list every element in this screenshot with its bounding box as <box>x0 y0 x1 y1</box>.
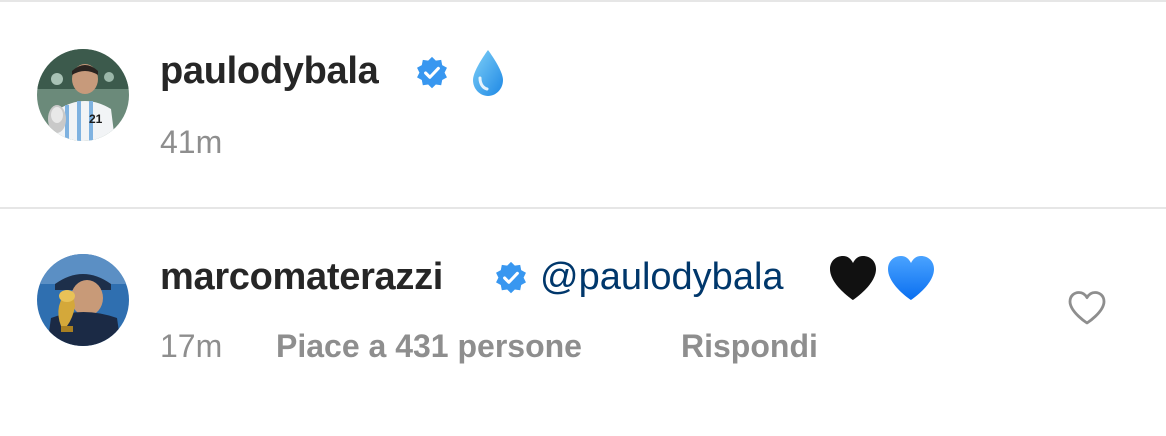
verified-badge-icon <box>496 261 526 294</box>
reply-button[interactable]: Rispondi <box>681 328 818 365</box>
avatar-marcomaterazzi[interactable] <box>37 254 129 346</box>
profile-photo-icon: 21 <box>37 49 129 141</box>
avatar-paulodybala[interactable]: 21 <box>37 49 129 141</box>
comment-time: 17m <box>160 328 223 364</box>
comment-username[interactable]: paulodybala <box>160 50 379 93</box>
comment-time: 41m <box>160 124 223 160</box>
like-heart-icon[interactable] <box>1067 290 1107 326</box>
black-heart-icon <box>830 256 876 300</box>
droplet-icon <box>473 50 503 96</box>
svg-text:21: 21 <box>89 112 103 126</box>
verified-badge-icon <box>417 56 447 89</box>
top-divider <box>0 0 1166 2</box>
comments-screen: 21 paulodybala 41m marcomaterazzi @paulo… <box>0 0 1166 436</box>
comment-divider <box>0 207 1166 209</box>
mention-link[interactable]: @paulodybala <box>540 256 784 299</box>
comment-username[interactable]: marcomaterazzi <box>160 256 443 299</box>
blue-heart-icon <box>888 256 934 300</box>
profile-photo-icon <box>37 254 129 346</box>
likes-count-link[interactable]: Piace a 431 persone <box>276 328 582 365</box>
